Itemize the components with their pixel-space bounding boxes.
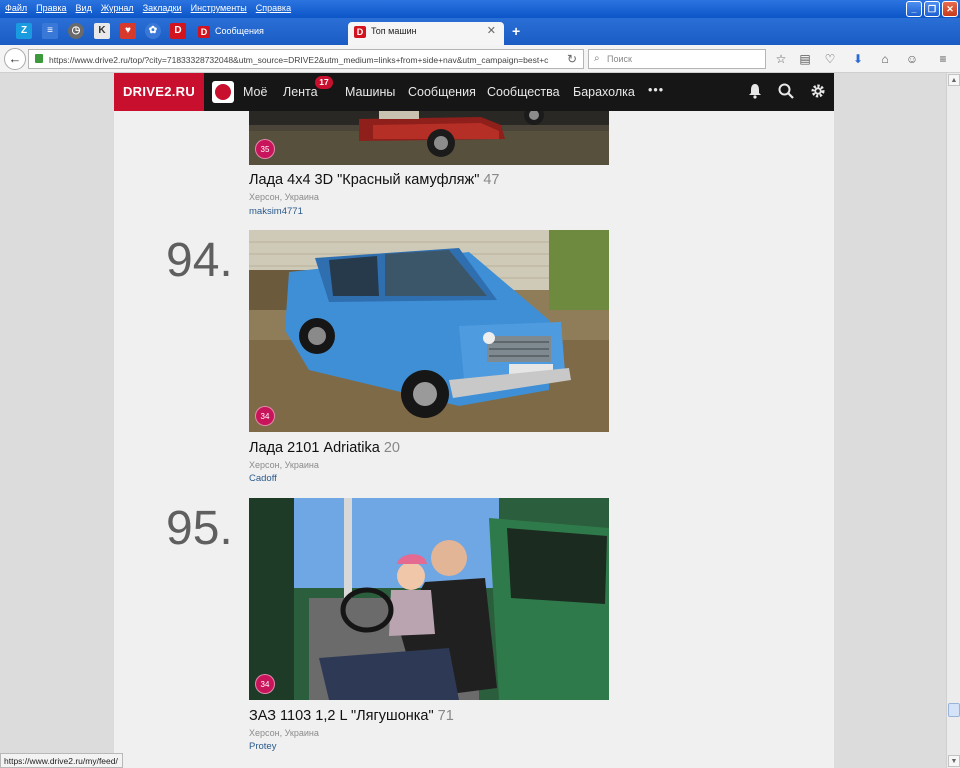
gear-icon[interactable] [810, 83, 826, 101]
download-icon[interactable]: ⬇ [851, 52, 865, 66]
page-viewport: 35 Лада 4x4 3D "Красный камуфляж" 47 Херс… [0, 73, 946, 768]
car-title[interactable]: ЗАЗ 1103 1,2 L "Лягушонка" 71 [249, 708, 454, 724]
pinned-tab-clock-icon[interactable]: ◷ [68, 23, 84, 39]
car-count: 47 [483, 172, 500, 188]
nav-communities[interactable]: Сообщества [487, 85, 560, 99]
pinned-tab-k-icon[interactable]: K [94, 23, 110, 39]
tab-label: Сообщения [215, 26, 264, 36]
car-photo[interactable]: 34 [249, 498, 609, 700]
close-tab-icon[interactable]: ✕ [487, 26, 496, 37]
home-icon[interactable]: ⌂ [878, 52, 892, 66]
nav-market[interactable]: Барахолка [573, 85, 635, 99]
nav-cars[interactable]: Машины [345, 85, 395, 99]
car-author[interactable]: Cadoff [249, 473, 277, 484]
car-city: Херсон, Украина [249, 460, 319, 470]
car-name[interactable]: Лада 4x4 3D "Красный камуфляж" [249, 172, 479, 188]
reload-icon[interactable]: ↻ [567, 52, 577, 66]
rank-number: 94. [166, 234, 233, 287]
pinned-tab-pocket-icon[interactable]: ♥ [120, 23, 136, 39]
bookmark-star-icon[interactable]: ☆ [774, 52, 788, 66]
drive2-favicon-icon: D [354, 26, 366, 38]
rank-badge: 35 [255, 139, 275, 159]
car-title[interactable]: Лада 4x4 3D "Красный камуфляж" 47 [249, 172, 500, 188]
scroll-thumb[interactable] [948, 703, 960, 717]
navigation-toolbar: ← https://www.drive2.ru/top/?city=718333… [0, 45, 960, 73]
nav-mine[interactable]: Моё [243, 85, 267, 99]
feed-count-badge: 17 [315, 76, 333, 89]
rank-badge: 34 [255, 674, 275, 694]
car-city: Херсон, Украина [249, 192, 319, 202]
drive2-favicon-icon: D [198, 26, 210, 38]
car-name[interactable]: Лада 2101 Adriatika [249, 440, 380, 456]
menu-history[interactable]: Журнал [96, 0, 138, 13]
tab-bar: Z ≡ ◷ K ♥ ✿ D D Сообщения D Топ машин ✕ [0, 18, 960, 45]
car-name[interactable]: ЗАЗ 1103 1,2 L "Лягушонка" [249, 708, 434, 724]
new-tab-icon[interactable]: + [512, 23, 520, 39]
tab-messages[interactable]: D Сообщения [192, 22, 342, 45]
user-avatar[interactable] [212, 81, 234, 103]
window-controls: _ ❐ ✕ [906, 1, 958, 17]
menu-edit[interactable]: Правка [31, 0, 70, 13]
pinned-tab-gear-icon[interactable]: ✿ [145, 23, 161, 39]
menu-file[interactable]: Файл [0, 0, 31, 13]
status-bar: https://www.drive2.ru/my/feed/ [0, 753, 123, 768]
site-logo[interactable]: DRIVE2.RU [114, 73, 204, 111]
menu-view[interactable]: Вид [71, 0, 96, 13]
car-photo[interactable]: 34 [249, 230, 609, 432]
pinned-tab-drive2-icon[interactable]: D [170, 23, 186, 39]
bookmarks-list-icon[interactable]: ▤ [798, 52, 812, 66]
car-city: Херсон, Украина [249, 728, 319, 738]
car-title[interactable]: Лада 2101 Adriatika 20 [249, 440, 400, 456]
tab-top-cars[interactable]: D Топ машин ✕ [348, 22, 504, 45]
car-count: 20 [383, 440, 400, 456]
pinned-tab-mail-icon[interactable]: ≡ [42, 23, 58, 39]
site-header: DRIVE2.RU Моё Лента 17 Машины Сообщения … [114, 73, 834, 111]
address-bar[interactable]: https://www.drive2.ru/top/?city=71833328… [28, 49, 584, 69]
menu-help[interactable]: Справка [251, 0, 295, 13]
restore-icon[interactable]: ❐ [924, 1, 940, 17]
page-scrollbar[interactable]: ▲ ▼ [946, 73, 960, 768]
menu-hamburger-icon[interactable]: ≡ [936, 52, 950, 66]
car-photo[interactable]: 35 [249, 111, 609, 165]
search-icon: ⌕ [594, 53, 600, 64]
lock-icon [35, 54, 43, 63]
nav-messages[interactable]: Сообщения [408, 85, 476, 99]
nav-more-icon[interactable]: ••• [648, 83, 664, 97]
rank-badge: 34 [255, 406, 275, 426]
search-placeholder: Поиск [607, 54, 632, 64]
search-input[interactable]: ⌕ Поиск [588, 49, 766, 69]
tab-label: Топ машин [371, 26, 417, 36]
car-photo-image [249, 230, 609, 432]
nav-feed[interactable]: Лента [283, 85, 318, 99]
car-count: 71 [437, 708, 454, 724]
pinned-tab-zen-icon[interactable]: Z [16, 23, 32, 39]
address-text: https://www.drive2.ru/top/?city=71833328… [49, 55, 549, 65]
car-author[interactable]: maksim4771 [249, 206, 303, 217]
menu-bar: Файл Правка Вид Журнал Закладки Инструменты Сп… [0, 0, 960, 18]
bell-icon[interactable] [747, 83, 763, 101]
rank-number: 95. [166, 502, 233, 555]
back-arrow-icon[interactable]: ← [4, 48, 26, 70]
close-window-icon[interactable]: ✕ [942, 1, 958, 17]
scroll-down-icon[interactable]: ▼ [948, 755, 960, 767]
minimize-icon[interactable]: _ [906, 1, 922, 17]
menu-bookmarks[interactable]: Закладки [138, 0, 186, 13]
car-author[interactable]: Protey [249, 741, 276, 752]
car-photo-image [249, 498, 609, 700]
car-photo-image [249, 111, 609, 165]
scroll-up-icon[interactable]: ▲ [948, 74, 960, 86]
chat-icon[interactable]: ☺ [905, 52, 919, 66]
search-icon[interactable] [778, 83, 794, 101]
menu-tools[interactable]: Инструменты [186, 0, 251, 13]
pocket-icon[interactable]: ♡ [823, 52, 837, 66]
